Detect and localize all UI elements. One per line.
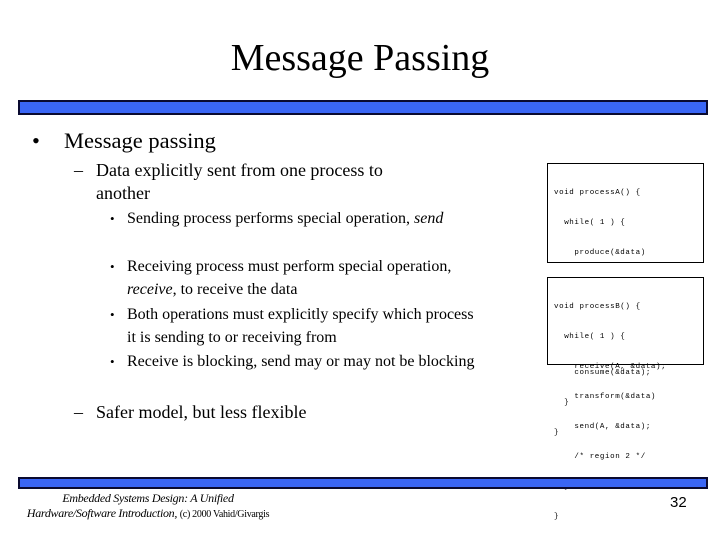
sub-bullet-text: Data explicitly sent from one process to… [96,160,383,203]
sub-bullet-text: Safer model, but less flexible [96,402,307,422]
code-line: while( 1 ) { [554,219,626,227]
item-text: Receive is blocking, send may or may not… [127,353,475,370]
footer-citation: Embedded Systems Design: A Unified Hardw… [18,491,278,522]
footer-line2: Hardware/Software Introduction, (c) 2000… [18,506,278,522]
code-line: receive(A, &data); [554,363,667,371]
code-line: /* region 2 */ [554,453,646,461]
code-line: while( 1 ) { [554,333,626,341]
dash-marker: – [74,402,83,422]
title-divider-bar [18,100,708,115]
dash-marker: – [74,160,83,180]
item-marker: • [110,307,115,322]
item-marker: • [110,354,115,369]
item-marker: • [110,259,115,274]
code-line: produce(&data) [554,249,646,257]
code-line: } [554,513,560,521]
footer-book-title: Hardware/Software Introduction, [26,506,180,520]
item-text-tail: , to receive the data [172,280,298,298]
code-line: transform(&data) [554,393,657,401]
item-text-emphasis: send [414,210,444,227]
item-text: Receiving process must perform special o… [127,256,477,301]
item-text-plain: Receiving process must perform special o… [127,258,452,275]
slide-title: Message Passing [230,37,490,79]
item-text-emphasis: receive [127,280,173,298]
footer-line1: Embedded Systems Design: A Unified [62,491,234,505]
page-number: 32 [670,494,687,511]
bullet-text: Message passing [64,128,216,153]
footer-divider-bar [18,477,708,489]
code-box-process-b: void processB() { while( 1 ) { receive(A… [547,277,704,521]
code-line: void processB() { [554,303,641,311]
item-text-plain: Sending process performs special operati… [127,210,415,227]
code-line: void processA() { [554,189,641,197]
footer-copyright: (c) 2000 Vahid/Givargis [179,509,270,520]
code-box-process-a: void processA() { while( 1 ) { produce(&… [547,163,704,437]
bullet-marker: • [32,128,40,153]
code-line: send(A, &data); [554,423,651,431]
item-marker: • [110,211,115,226]
item-text: Sending process performs special operati… [127,208,477,231]
item-text: Both operations must explicitly specify … [127,306,474,346]
